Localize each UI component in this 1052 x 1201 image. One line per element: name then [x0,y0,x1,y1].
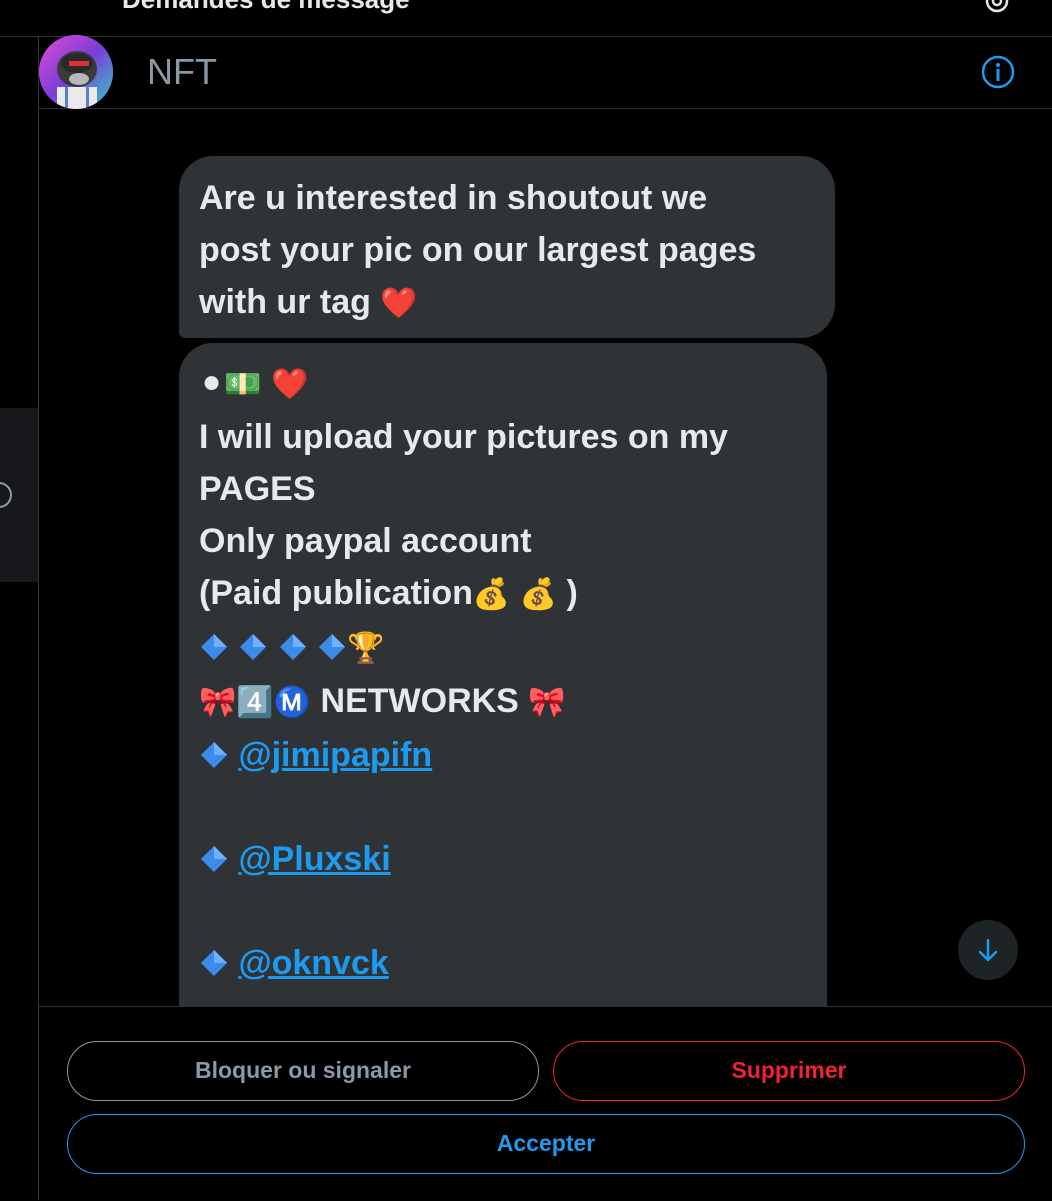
message-line: Only paypal account [199,522,532,560]
mention-line: @oknvck [199,937,807,989]
scroll-to-bottom-button[interactable] [958,920,1018,980]
message-bubble[interactable]: Are u interested in shoutout we post you… [179,156,835,338]
message-line: I will upload your pictures on my [199,418,728,456]
message-line: PAGES [199,470,316,508]
money-bag-emoji: 💰 [519,578,558,611]
blue-diamond-icon [201,634,227,660]
networks-line: 🎀4️⃣Ⓜ️ NETWORKS 🎀 [199,675,807,729]
message-text: (Paid publication [199,574,473,612]
accept-button[interactable]: Accepter [67,1114,1025,1174]
info-icon[interactable] [981,55,1015,89]
heart-emoji: ❤️ [380,287,418,320]
blue-diamond-icon [201,846,227,872]
diamond-line: 🏆 [199,621,807,675]
left-panel-edge [0,37,39,1200]
money-bag-emoji: 💰 [472,578,511,611]
block-or-report-button[interactable]: Bloquer ou signaler [67,1041,539,1101]
paren-close: ) [566,574,578,612]
blue-diamond-icon [201,742,227,768]
heart-emoji: ❤️ [270,368,309,401]
emoji-line: ⚫💵 ❤️ [199,357,807,411]
conversation-header: NFT [39,35,1052,109]
mention-link[interactable]: @Pluxski [238,840,390,878]
ribbon-emoji: 🎀 [199,686,237,719]
message-line: (Paid publication💰 💰 ) [199,567,807,621]
message-bubble[interactable]: ⚫💵 ❤️ I will upload your pictures on my … [179,343,827,1023]
blue-diamond-icon [279,634,306,660]
blue-diamond-icon [240,634,267,660]
conversation-name: NFT [147,51,217,92]
request-action-bar: Bloquer ou signaler Supprimer Accepter [39,1006,1052,1201]
message-line: with ur tag ❤️ [199,276,815,330]
mention-link[interactable]: @jimipapifn [238,736,432,774]
gear-icon[interactable] [982,0,1012,16]
mention-link[interactable]: @oknvck [238,944,388,982]
blue-diamond-icon [201,950,227,976]
message-text: with ur tag [199,283,371,321]
delete-button[interactable]: Supprimer [553,1041,1025,1101]
black-circle-emoji: ⚫ [199,368,225,401]
blue-diamond-icon [319,634,346,660]
mention-line: @Pluxski [199,833,807,885]
message-requests-header: Demandes de message [0,0,1052,37]
circled-m-emoji: Ⓜ️ [273,686,312,719]
trophy-emoji: 🏆 [347,632,385,665]
mention-line: @jimipapifn [199,729,807,781]
ribbon-emoji: 🎀 [528,686,566,719]
arrow-down-icon [978,938,998,962]
page-title: Demandes de message [122,0,410,15]
avatar[interactable] [39,35,113,109]
networks-text: NETWORKS [320,682,519,720]
dollar-bill-emoji: 💵 [224,368,262,401]
message-line: post your pic on our largest pages [199,231,757,269]
message-line: Are u interested in shoutout we [199,179,708,217]
keycap-four-emoji: 4️⃣ [236,686,274,719]
